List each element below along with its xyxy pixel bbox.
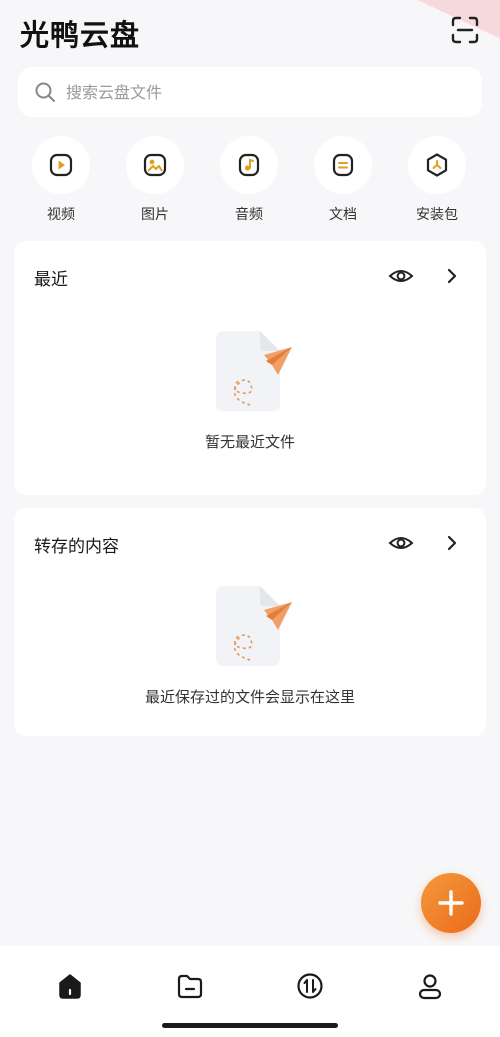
category-image-bubble (126, 136, 184, 194)
search-icon (35, 82, 55, 102)
empty-folder-illustration (216, 586, 292, 666)
search-input[interactable] (64, 81, 448, 103)
category-package[interactable]: 安装包 (397, 132, 477, 227)
saved-more-button[interactable] (442, 530, 462, 556)
category-package-bubble (408, 136, 466, 194)
eye-icon (388, 537, 414, 549)
recent-more-button[interactable] (442, 263, 462, 289)
category-label: 图片 (141, 207, 169, 223)
chevron-right-icon (447, 535, 457, 551)
document-icon (332, 153, 354, 177)
nav-home[interactable] (50, 966, 90, 1006)
app-title: 光鸭云盘 (20, 18, 141, 52)
audio-icon (238, 153, 260, 177)
recent-title: 最近 (34, 270, 68, 290)
category-audio[interactable]: 音频 (209, 132, 289, 227)
recent-card: 最近 暂无最近文件 (14, 241, 486, 495)
category-audio-bubble (220, 136, 278, 194)
chevron-right-icon (447, 268, 457, 284)
category-image[interactable]: 图片 (115, 132, 195, 227)
category-label: 音频 (235, 207, 263, 223)
saved-visibility-button[interactable] (388, 530, 414, 556)
home-indicator (162, 1023, 338, 1028)
category-label: 文档 (329, 207, 357, 223)
plus-icon (438, 890, 464, 916)
category-document[interactable]: 文档 (303, 132, 383, 227)
scan-button[interactable] (449, 14, 481, 46)
scan-icon (451, 16, 479, 44)
user-icon (418, 974, 442, 1000)
recent-visibility-button[interactable] (388, 263, 414, 289)
category-video-bubble (32, 136, 90, 194)
transfer-icon (297, 973, 323, 999)
home-icon (59, 974, 81, 999)
empty-folder-illustration (216, 331, 292, 411)
package-icon (426, 153, 448, 177)
folder-icon (177, 974, 203, 999)
video-icon (49, 153, 73, 177)
add-button[interactable] (421, 873, 481, 933)
header: 光鸭云盘 (0, 0, 500, 62)
eye-icon (388, 270, 414, 282)
recent-empty-text: 暂无最近文件 (204, 433, 295, 451)
nav-profile[interactable] (410, 966, 450, 1006)
saved-empty-text: 最近保存过的文件会显示在这里 (144, 688, 355, 706)
nav-files[interactable] (170, 966, 210, 1006)
saved-card: 转存的内容 最近保存过的文件会显示在这里 (14, 508, 486, 736)
saved-title: 转存的内容 (34, 537, 119, 557)
nav-transfer[interactable] (290, 966, 330, 1006)
category-document-bubble (314, 136, 372, 194)
category-label: 安装包 (416, 207, 458, 223)
category-label: 视频 (47, 207, 75, 223)
search-bar[interactable] (18, 67, 482, 117)
image-icon (143, 153, 167, 177)
category-video[interactable]: 视频 (21, 132, 101, 227)
category-grid: 视频 图片 音频 文档 安装包 (0, 132, 500, 227)
